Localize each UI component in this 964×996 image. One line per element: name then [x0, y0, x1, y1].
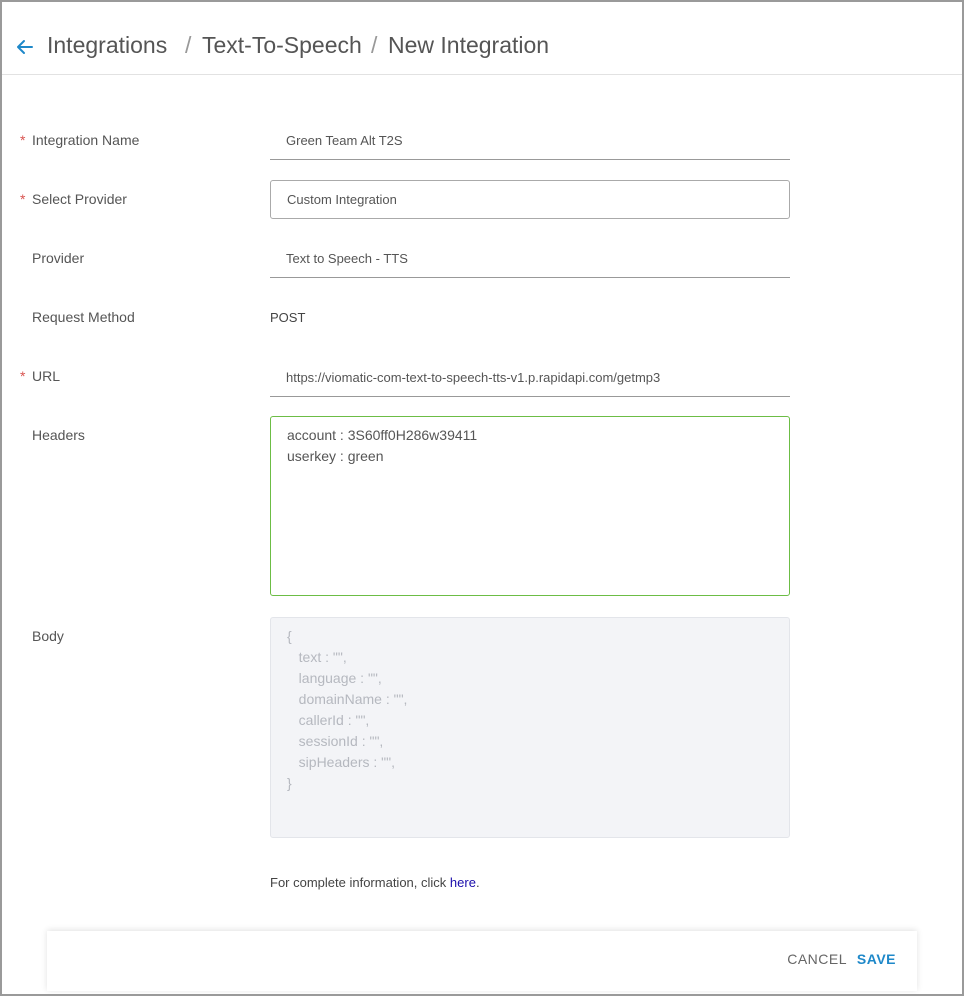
- provider-label: Provider: [32, 250, 85, 266]
- arrow-left-icon[interactable]: [15, 37, 35, 57]
- request-method-value: POST: [270, 310, 306, 325]
- breadcrumb-separator: /: [185, 32, 192, 58]
- footer-action-bar: CANCEL SAVE: [47, 931, 917, 991]
- required-marker: *: [20, 191, 26, 207]
- body-line: sipHeaders : "",: [287, 754, 395, 770]
- url-label: URL: [32, 368, 61, 384]
- app-window: Integrations / Text-To-Speech / New Inte…: [0, 0, 964, 996]
- body-line: }: [287, 775, 292, 791]
- save-button[interactable]: SAVE: [857, 951, 896, 967]
- info-prefix: For complete information, click: [270, 875, 450, 890]
- breadcrumb-text-to-speech[interactable]: Text-To-Speech: [202, 32, 362, 59]
- info-here-link[interactable]: here: [450, 875, 476, 890]
- provider-input[interactable]: Text to Speech - TTS: [270, 240, 790, 278]
- body-line: language : "",: [287, 670, 382, 686]
- body-line: sessionId : "",: [287, 733, 384, 749]
- info-suffix: .: [475, 875, 480, 890]
- page-header: Integrations / Text-To-Speech / New Inte…: [2, 2, 962, 75]
- request-method-label: Request Method: [32, 309, 135, 325]
- required-marker: *: [20, 132, 26, 148]
- body-textarea[interactable]: { text : "", language : "", domainName :…: [270, 617, 790, 838]
- info-text: For complete information, click here.: [270, 875, 480, 890]
- required-marker: *: [20, 368, 26, 384]
- cancel-button[interactable]: CANCEL: [787, 951, 847, 967]
- breadcrumb-integrations[interactable]: Integrations: [47, 32, 167, 59]
- breadcrumb-new-integration: New Integration: [388, 32, 550, 58]
- url-input[interactable]: https://viomatic-com-text-to-speech-tts-…: [270, 359, 790, 397]
- body-line: {: [287, 628, 292, 644]
- body-line: text : "",: [287, 649, 347, 665]
- select-provider-label: Select Provider: [32, 191, 127, 207]
- integration-name-label: Integration Name: [32, 132, 140, 148]
- body-line: domainName : "",: [287, 691, 408, 707]
- breadcrumb-separator: /: [371, 32, 378, 58]
- headers-textarea[interactable]: account : 3S60ff0H286w39411 userkey : gr…: [270, 416, 790, 596]
- integration-name-input[interactable]: Green Team Alt T2S: [270, 122, 790, 160]
- body-line: callerId : "",: [287, 712, 370, 728]
- headers-label: Headers: [32, 427, 85, 443]
- select-provider-dropdown[interactable]: Custom Integration: [270, 180, 790, 219]
- body-label: Body: [32, 628, 64, 644]
